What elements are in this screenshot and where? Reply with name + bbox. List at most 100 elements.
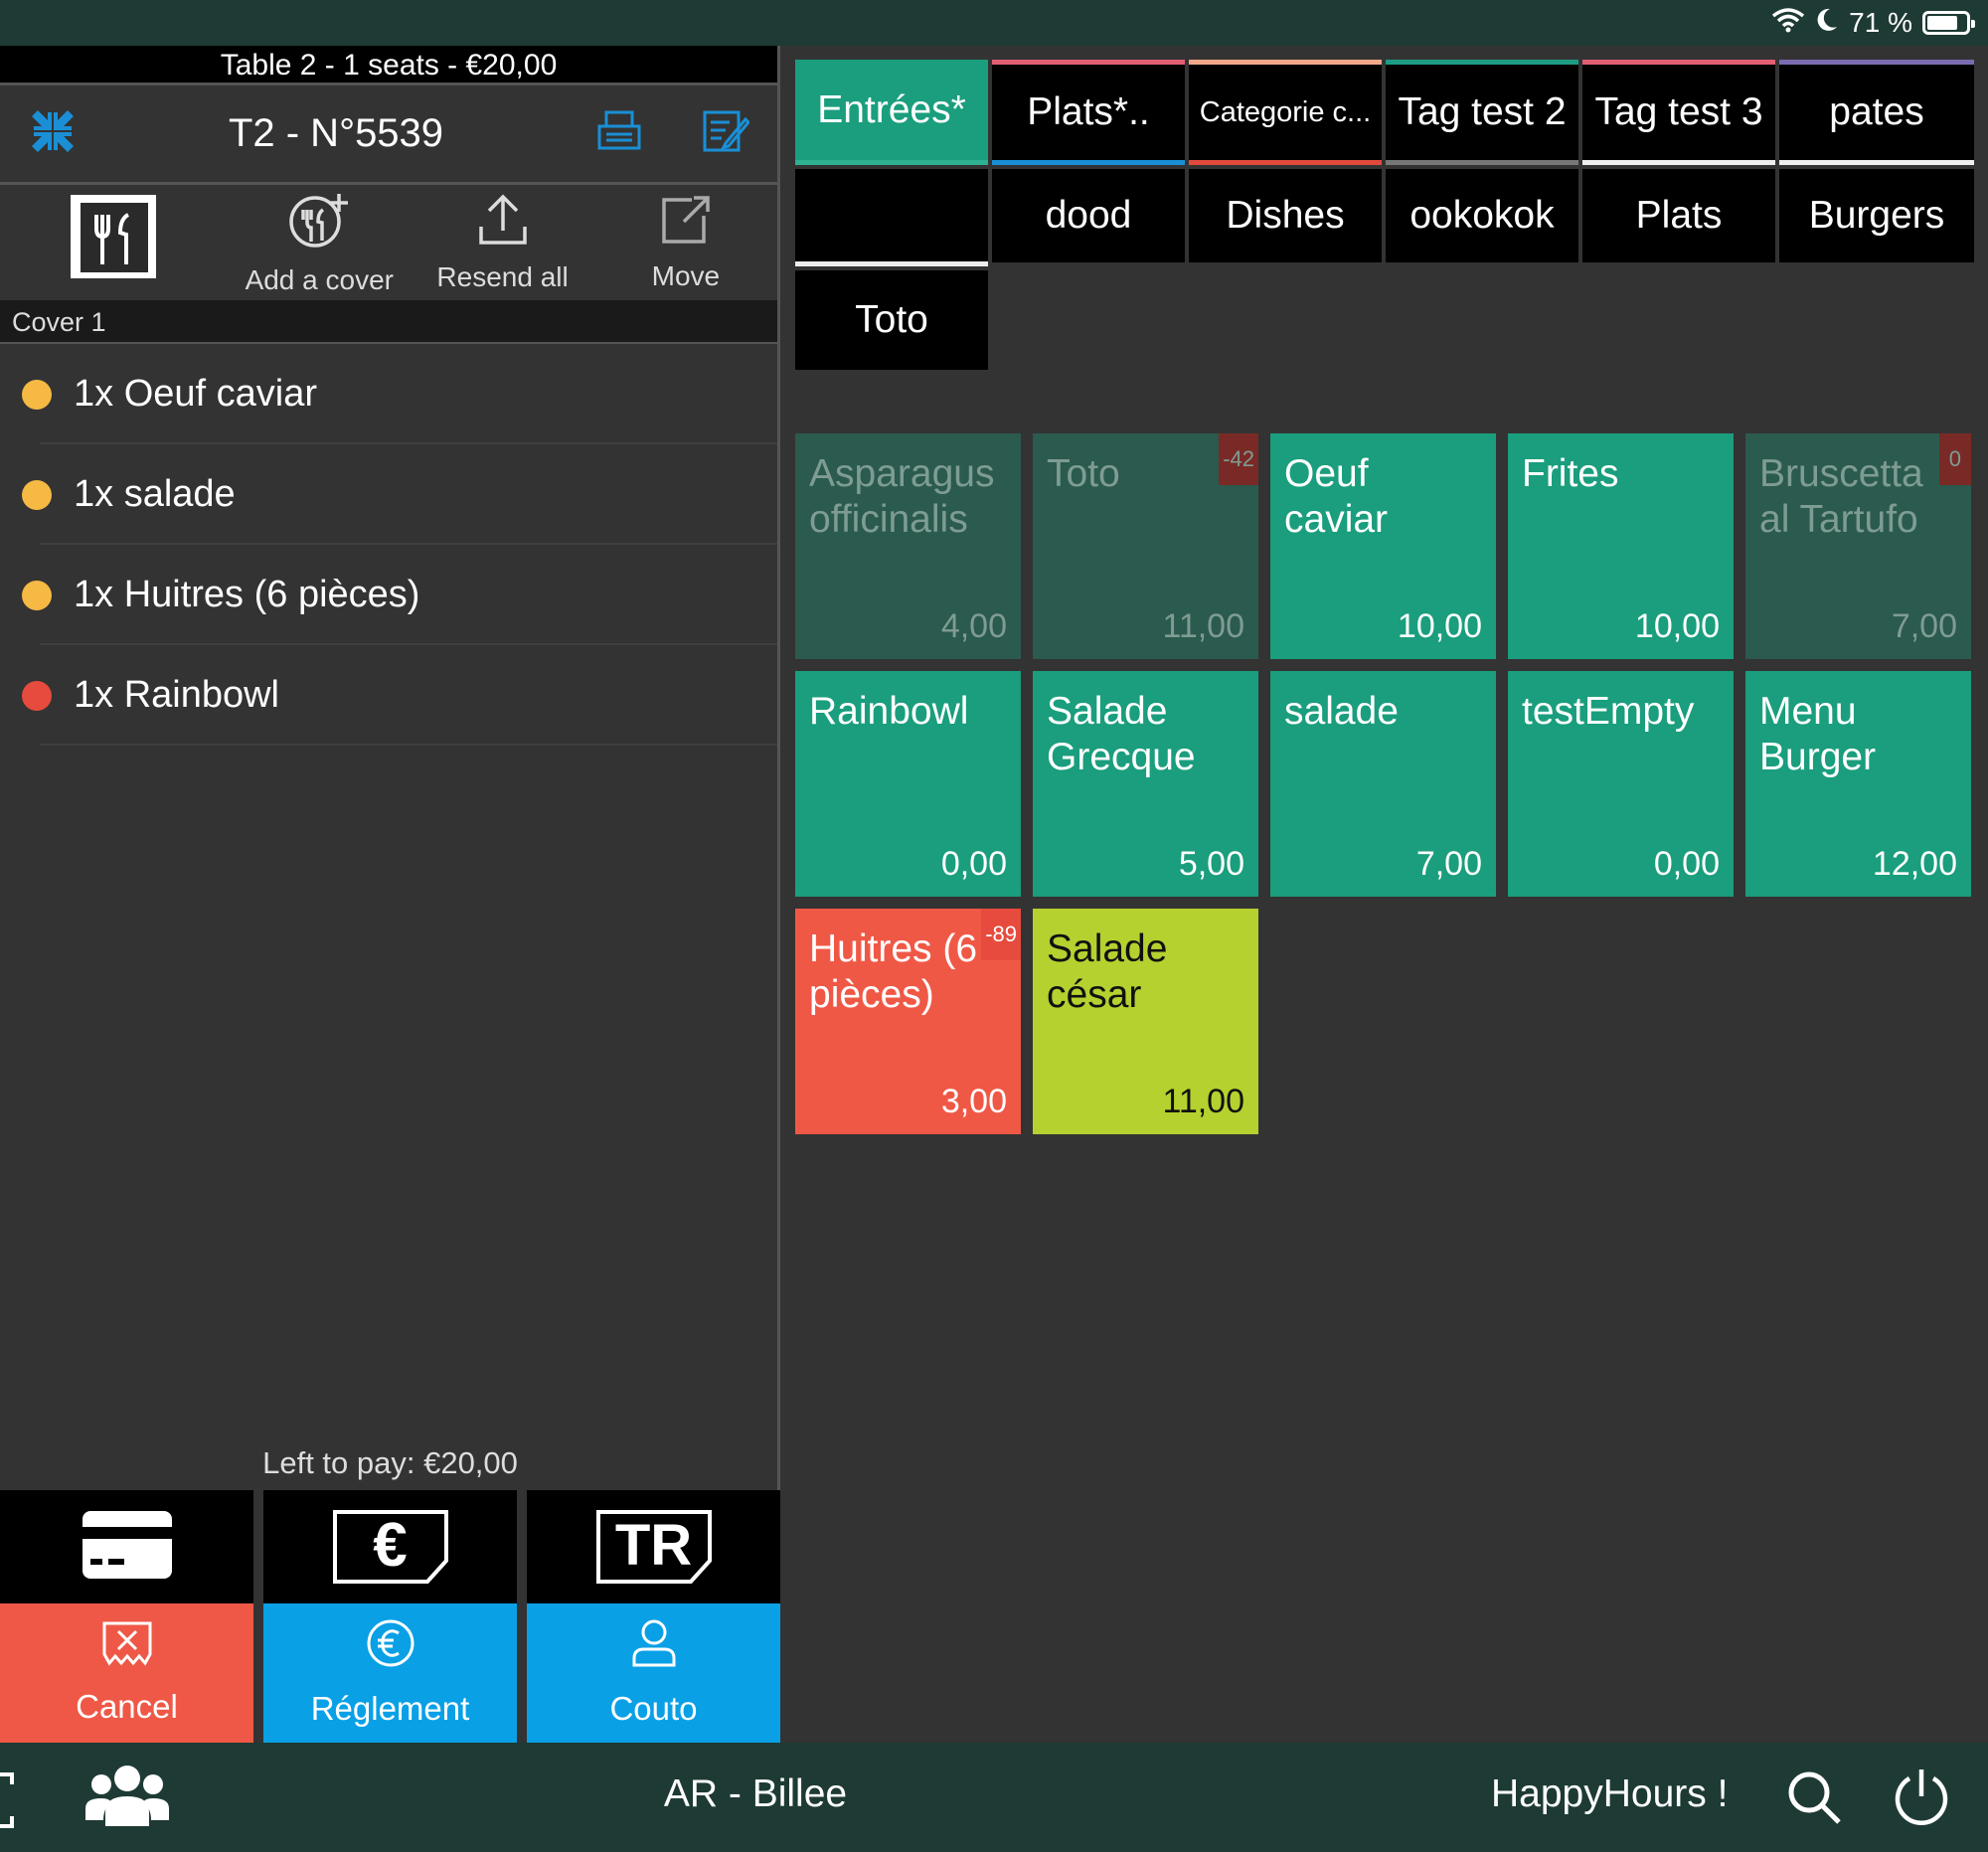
card-payment-button[interactable] [0,1490,253,1603]
category-label: dood [1045,194,1132,237]
category-tab-plats[interactable]: Plats*.. [992,60,1185,165]
edit-note-icon[interactable] [702,109,751,158]
add-cover-button[interactable]: Add a cover [228,185,411,300]
stock-badge: 0 [1938,433,1971,485]
product-name: Oeuf caviar [1284,452,1389,541]
status-dot [22,479,52,510]
category-tab-toto[interactable]: Toto [795,270,988,370]
expand-icon[interactable] [0,1772,14,1833]
order-line-text: 1x Huitres (6 pièces) [74,574,420,615]
search-icon[interactable] [1787,1770,1843,1831]
category-tab-tag-test-3[interactable]: Tag test 3 [1582,60,1775,165]
category-tab-dood[interactable]: dood [992,169,1185,262]
product-price: 10,00 [1634,607,1720,645]
product-tile[interactable]: Salade Grecque 5,00 [1033,671,1258,897]
category-tab-entrees[interactable]: Entrées* [795,60,988,165]
cutlery-card-icon [67,191,162,287]
move-label: Move [651,259,721,291]
product-price: 0,00 [940,845,1007,883]
move-button[interactable]: Move [594,185,777,300]
cash-payment-button[interactable]: € [263,1490,517,1603]
category-label: Dishes [1226,194,1345,237]
stock-badge: -42 [1219,433,1258,485]
left-to-pay: Left to pay: €20,00 [262,1445,518,1480]
product-price: 4,00 [940,607,1007,645]
collapse-icon[interactable] [30,108,76,159]
ticket-restaurant-icon: TR [595,1509,713,1585]
category-label: Toto [855,298,928,341]
order-line-text: 1x Oeuf caviar [74,373,317,415]
ticket-title: T2 - N°5539 [228,111,444,155]
product-price: 10,00 [1397,607,1482,645]
happy-hours-label[interactable]: HappyHours ! [1491,1772,1728,1816]
ticket-restaurant-symbol: TR [614,1513,693,1578]
external-move-icon [660,194,712,253]
category-label: ookokok [1409,194,1555,237]
product-tile[interactable]: Salade césar 11,00 [1033,909,1258,1134]
product-tile[interactable]: Frites 10,00 [1508,433,1734,659]
payment-button[interactable]: Réglement [263,1603,517,1743]
product-name: Huitres (6 pièces) [809,927,978,1016]
category-tab-tag-test-2[interactable]: Tag test 2 [1386,60,1578,165]
waiter-label: Couto [609,1690,698,1727]
category-label: Categorie c... [1199,95,1372,128]
waiter-button[interactable]: Couto [527,1603,780,1743]
battery-icon [1922,11,1975,35]
product-tile[interactable]: Toto -42 11,00 [1033,433,1258,659]
order-line[interactable]: 1x Rainbowl [0,645,777,746]
order-actions: Add a cover Resend all Move [0,185,777,300]
table-header: Table 2 - 1 seats - €20,00 [0,46,777,85]
category-label: Burgers [1808,194,1945,237]
category-label: Tag test 3 [1594,90,1763,133]
product-tile[interactable]: Bruscetta al Tartufo 0 7,00 [1745,433,1971,659]
product-tile[interactable]: Oeuf caviar 10,00 [1270,433,1496,659]
order-panel: Table 2 - 1 seats - €20,00 T2 - N°5539 A… [0,46,780,1743]
product-tile[interactable]: Huitres (6 pièces) -89 3,00 [795,909,1021,1134]
category-tab-empty[interactable] [795,169,988,266]
resend-all-button[interactable]: Resend all [411,185,593,300]
product-tile[interactable]: testEmpty 0,00 [1508,671,1734,897]
category-tab-pates[interactable]: pates [1779,60,1974,165]
order-buttons: Cancel Réglement Couto [0,1603,780,1743]
wifi-icon [1771,7,1805,40]
power-icon[interactable] [1893,1767,1950,1833]
customers-icon[interactable] [85,1763,169,1833]
order-line[interactable]: 1x Oeuf caviar [0,344,777,444]
status-dot [22,379,52,410]
category-tab-plats-2[interactable]: Plats [1582,169,1775,262]
product-tile[interactable]: Menu Burger 12,00 [1745,671,1971,897]
payment-methods: € TR [0,1490,780,1603]
product-tile[interactable]: Asparagus officinalis 4,00 [795,433,1021,659]
order-line-text: 1x salade [74,473,236,515]
order-line[interactable]: 1x Huitres (6 pièces) [0,545,777,645]
category-tab-burgers[interactable]: Burgers [1779,169,1974,262]
category-tab-categorie[interactable]: Categorie c... [1189,60,1382,165]
cancel-label: Cancel [76,1688,178,1725]
category-tab-dishes[interactable]: Dishes [1189,169,1382,262]
order-line[interactable]: 1x salade [0,444,777,545]
ticket-restaurant-button[interactable]: TR [527,1490,780,1603]
ticket-bar: T2 - N°5539 [0,85,777,185]
cash-icon: € [332,1509,449,1585]
product-tile[interactable]: salade 7,00 [1270,671,1496,897]
category-label: Plats [1635,194,1723,237]
menu-panel: Entrées* Plats*.. Categorie c... Tag tes… [783,46,1988,1743]
product-price: 11,00 [1162,1083,1244,1120]
status-indicators: 71 % [1771,6,1975,40]
stock-badge: -89 [981,909,1021,960]
category-label: Tag test 2 [1398,90,1567,133]
product-price: 7,00 [1891,607,1957,645]
product-name: Rainbowl [809,690,969,733]
cover-view-button[interactable] [0,185,228,300]
print-icon[interactable] [596,109,642,158]
upload-icon [477,193,529,253]
status-dot [22,580,52,610]
product-tile[interactable]: Rainbowl 0,00 [795,671,1021,897]
resend-all-label: Resend all [436,260,569,292]
status-bar: 71 % [0,0,1988,46]
product-name: Salade Grecque [1047,690,1196,778]
cancel-button[interactable]: Cancel [0,1603,253,1743]
category-label: Entrées* [817,87,966,131]
product-name: Bruscetta al Tartufo [1759,452,1923,541]
category-tab-ookokok[interactable]: ookokok [1386,169,1578,262]
